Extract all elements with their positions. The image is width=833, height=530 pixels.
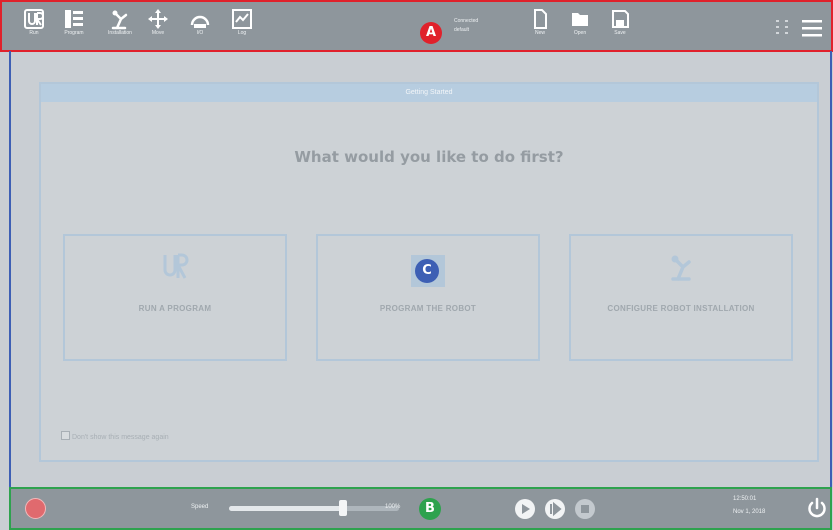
dont-show-again-checkbox[interactable]: Don't show this message again [61, 431, 169, 441]
nav-run-button[interactable]: Run [16, 8, 52, 48]
new-file-button[interactable]: New [522, 8, 558, 48]
nav-move-button[interactable]: Move [140, 8, 176, 48]
program-list-icon [65, 10, 83, 28]
speed-value: 100% [385, 504, 401, 510]
nav-log-button[interactable]: Log [224, 8, 260, 48]
log-icon [232, 9, 252, 29]
nav-installation-label: Installation [108, 30, 132, 36]
hamburger-menu-icon[interactable] [801, 17, 823, 39]
clock-date: Nov 1, 2018 [733, 509, 766, 515]
new-file-icon [534, 9, 547, 29]
ur-logo-icon [163, 253, 189, 279]
getting-started-dialog: Getting Started What would you like to d… [39, 82, 819, 462]
run-program-option[interactable]: RUN A PROGRAM [63, 234, 287, 361]
status-line-1: Connected [454, 18, 479, 24]
open-folder-button[interactable]: Open [562, 8, 598, 48]
speed-slider-icon[interactable] [773, 18, 791, 36]
power-off-icon[interactable] [806, 497, 828, 519]
speed-slider-knob[interactable] [338, 500, 347, 516]
nav-run-label: Run [29, 30, 39, 36]
marker-c: C [415, 259, 439, 283]
configure-installation-option[interactable]: CONFIGURE ROBOT INSTALLATION [569, 234, 793, 361]
nav-log-label: Log [237, 30, 247, 36]
stop-button[interactable] [574, 498, 596, 520]
marker-a: A [420, 22, 442, 44]
header-bar: Run Program Installation Move I/O Log Co… [0, 0, 833, 52]
clock-time: 12:50:01 [733, 496, 757, 502]
program-robot-option[interactable]: C PROGRAM THE ROBOT [316, 234, 540, 361]
robot-arm-icon [111, 10, 128, 30]
dont-show-again-label: Don't show this message again [72, 434, 169, 441]
run-program-label: RUN A PROGRAM [138, 304, 212, 313]
nav-installation-button[interactable]: Installation [102, 8, 138, 48]
speed-slider-track[interactable] [229, 506, 399, 511]
robot-status: Connected default [382, 16, 522, 38]
ur-logo-icon [24, 9, 44, 29]
save-icon [612, 10, 629, 28]
nav-program-label: Program [64, 30, 84, 36]
power-status-indicator[interactable] [25, 498, 46, 519]
program-robot-label: PROGRAM THE ROBOT [379, 304, 477, 313]
speed-slider-fill [229, 506, 343, 511]
dialog-title: Getting Started [41, 84, 817, 102]
new-file-label: New [534, 30, 545, 36]
nav-program-button[interactable]: Program [56, 8, 92, 48]
configure-installation-label: CONFIGURE ROBOT INSTALLATION [607, 304, 755, 313]
save-label: Save [614, 30, 626, 36]
checkbox-box[interactable] [61, 431, 70, 440]
open-folder-label: Open [573, 30, 587, 36]
move-arrows-icon [148, 9, 168, 29]
io-icon [190, 15, 210, 28]
stop-icon [581, 505, 589, 513]
save-button[interactable]: Save [602, 8, 638, 48]
nav-move-label: Move [151, 30, 165, 36]
robot-arm-icon [671, 255, 691, 281]
nav-io-label: I/O [196, 30, 204, 36]
dialog-question: What would you like to do first? [294, 148, 564, 166]
folder-icon [572, 13, 588, 26]
nav-io-button[interactable]: I/O [182, 8, 218, 48]
play-button[interactable] [514, 498, 536, 520]
marker-b: B [419, 498, 441, 520]
status-line-2: default [454, 27, 470, 33]
speed-label: Speed [191, 504, 209, 510]
step-button[interactable] [544, 498, 566, 520]
footer-bar: Speed 100% B 12:50:01 Nov 1, 2018 [9, 487, 832, 530]
